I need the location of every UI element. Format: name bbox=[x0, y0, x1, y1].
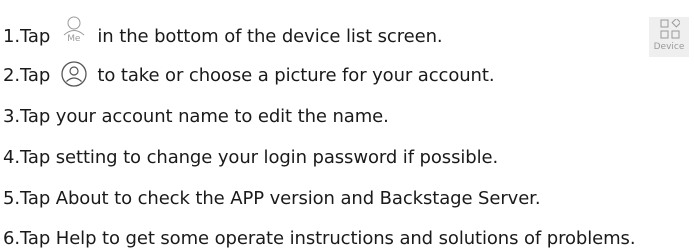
step-1-suffix: in the bottom of the device list screen. bbox=[91, 26, 443, 47]
device-tab-icon: Device bbox=[649, 17, 689, 57]
step-2-suffix: to take or choose a picture for your acc… bbox=[91, 65, 495, 86]
me-tab-label: Me bbox=[67, 34, 81, 44]
step-1: 1.Tap Me in the bottom of the device lis… bbox=[3, 16, 443, 54]
step-1-prefix: 1.Tap bbox=[3, 26, 56, 47]
step-2-prefix: 2.Tap bbox=[3, 65, 56, 86]
device-tab-label: Device bbox=[653, 42, 685, 52]
step-3: 3.Tap your account name to edit the name… bbox=[3, 106, 389, 127]
avatar-icon bbox=[60, 61, 88, 87]
step-5: 5.Tap About to check the APP version and… bbox=[3, 188, 541, 209]
step-2: 2.Tap to take or choose a picture for yo… bbox=[3, 61, 495, 89]
me-tab-icon: Me bbox=[60, 16, 88, 50]
step-6: 6.Tap Help to get some operate instructi… bbox=[3, 228, 636, 249]
step-4: 4.Tap setting to change your login passw… bbox=[3, 147, 499, 168]
